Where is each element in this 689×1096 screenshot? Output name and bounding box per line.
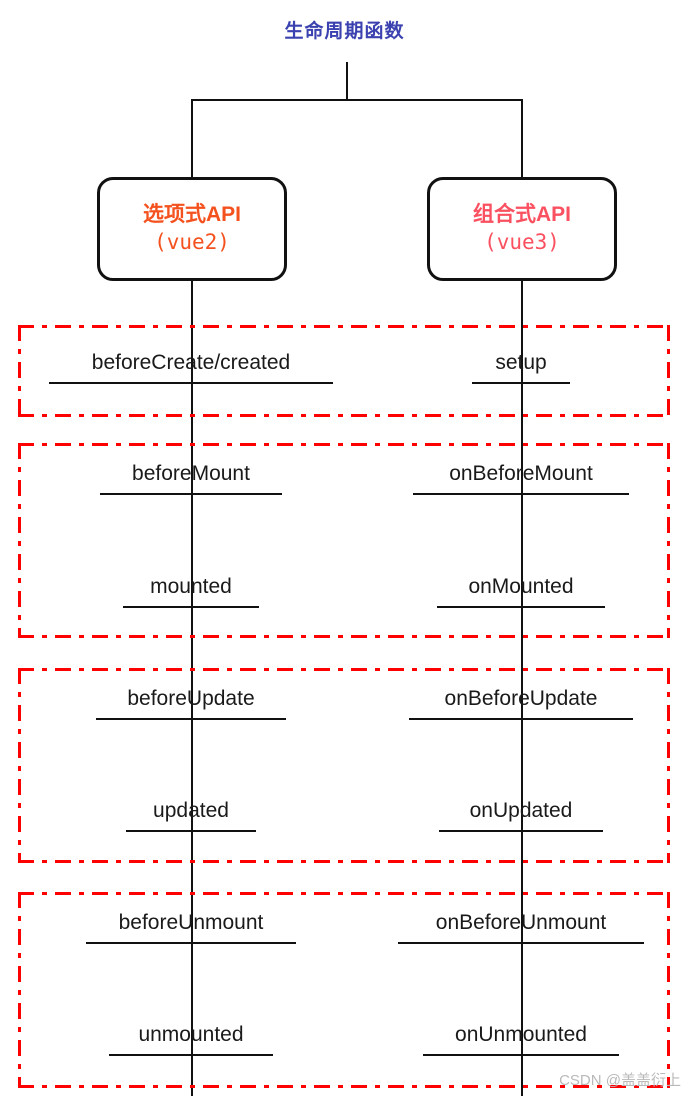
options-api-version: (vue2): [154, 230, 230, 254]
hook-label: onBeforeUnmount: [435, 911, 607, 934]
options-api-title: 选项式API: [142, 203, 241, 227]
hook-onupdated[interactable]: onUpdated: [396, 800, 646, 832]
hook-label: onUpdated: [469, 799, 573, 822]
hook-underline: [409, 718, 633, 720]
hook-underline: [398, 942, 644, 944]
diagram-canvas: 生命周期函数 选项式API (vue2) 组合式API (vue3) befor…: [0, 0, 689, 1096]
split-bar-line: [191, 99, 523, 101]
hook-underline: [86, 942, 296, 944]
hook-beforemount[interactable]: beforeMount: [66, 463, 316, 495]
hook-underline: [49, 382, 333, 384]
hook-label: mounted: [150, 575, 232, 598]
hook-underline: [437, 606, 605, 608]
hook-underline: [96, 718, 286, 720]
hook-label: beforeMount: [132, 462, 250, 485]
hook-mounted[interactable]: mounted: [66, 576, 316, 608]
composition-api-box[interactable]: 组合式API (vue3): [427, 177, 617, 281]
composition-api-title: 组合式API: [472, 203, 571, 227]
options-api-box[interactable]: 选项式API (vue2): [97, 177, 287, 281]
hook-beforeunmount[interactable]: beforeUnmount: [66, 912, 316, 944]
hook-underline: [123, 606, 259, 608]
hook-underline: [439, 830, 603, 832]
hook-unmounted[interactable]: unmounted: [66, 1024, 316, 1056]
hook-underline: [413, 493, 629, 495]
page-title: 生命周期函数: [284, 21, 405, 42]
hook-onmounted[interactable]: onMounted: [396, 576, 646, 608]
hook-label: onMounted: [468, 575, 574, 598]
hook-beforeupdate[interactable]: beforeUpdate: [66, 688, 316, 720]
hook-underline: [100, 493, 282, 495]
composition-api-version: (vue3): [484, 230, 560, 254]
hook-underline: [109, 1054, 273, 1056]
hook-beforecreate-created[interactable]: beforeCreate/created: [41, 352, 341, 384]
hook-onunmounted[interactable]: onUnmounted: [396, 1024, 646, 1056]
hook-label: unmounted: [138, 1023, 244, 1046]
hook-label: onBeforeUpdate: [444, 687, 598, 710]
hook-label: beforeUpdate: [127, 687, 255, 710]
hook-label: onBeforeMount: [449, 462, 593, 485]
hook-onbeforeupdate[interactable]: onBeforeUpdate: [396, 688, 646, 720]
left-branch-line: [191, 99, 193, 178]
csdn-watermark: CSDN @盖盖衍上: [559, 1072, 681, 1089]
hook-label: beforeCreate/created: [91, 351, 291, 374]
hook-label: setup: [495, 351, 547, 374]
hook-setup[interactable]: setup: [446, 352, 596, 384]
hook-updated[interactable]: updated: [66, 800, 316, 832]
hook-label: beforeUnmount: [118, 911, 264, 934]
right-branch-line: [521, 99, 523, 178]
hook-underline: [126, 830, 256, 832]
hook-label: onUnmounted: [455, 1023, 587, 1046]
hook-onbeforeunmount[interactable]: onBeforeUnmount: [396, 912, 646, 944]
hook-onbeforemount[interactable]: onBeforeMount: [396, 463, 646, 495]
hook-underline: [423, 1054, 619, 1056]
root-stem-line: [346, 62, 348, 101]
hook-label: updated: [153, 799, 229, 822]
hook-underline: [472, 382, 570, 384]
